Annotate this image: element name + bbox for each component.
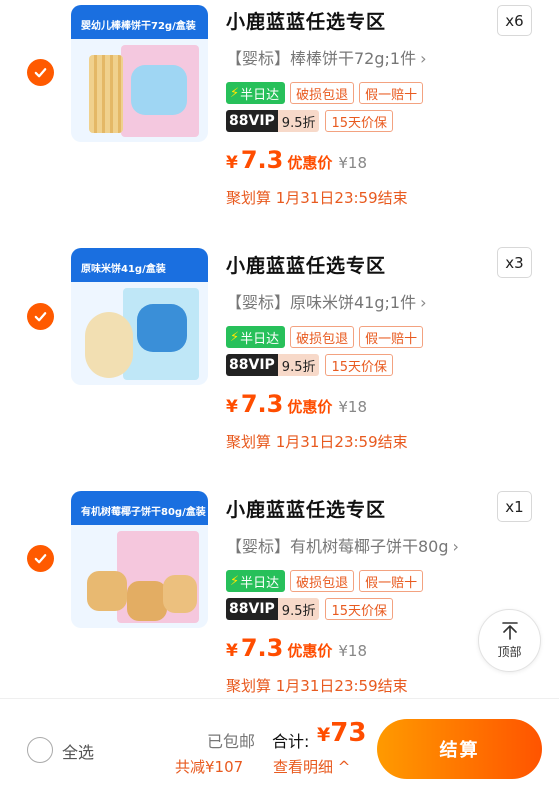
price-row: ¥7.3 优惠价 ¥18 — [226, 146, 368, 174]
cart-item: 婴幼儿棒棒饼干72g/盒装 小鹿蓝蓝任选专区 x6 【婴标】棒棒饼干72g;1件… — [0, 0, 559, 244]
store-name[interactable]: 小鹿蓝蓝任选专区 — [226, 7, 386, 34]
check-icon — [34, 554, 47, 564]
chevron-right-icon: › — [452, 537, 459, 556]
discount-price: 7.3 — [240, 146, 284, 174]
arrow-up-icon — [501, 622, 518, 640]
vip-row: 88VIP 9.5折 15天价保 — [226, 110, 394, 132]
price-row: ¥7.3 优惠价 ¥18 — [226, 390, 368, 418]
promo-text: 聚划算 1月31日23:59结束 — [226, 433, 408, 451]
sku-text: 【婴标】原味米饼41g;1件 — [226, 293, 417, 312]
product-banner: 婴幼儿棒棒饼干72g/盒装 — [71, 5, 208, 39]
price-guarantee-tag: 15天价保 — [325, 354, 394, 376]
quantity-badge[interactable]: x3 — [497, 247, 532, 278]
lightning-icon: ⚡ — [230, 329, 240, 345]
select-all-radio[interactable] — [27, 737, 53, 763]
quantity-badge[interactable]: x6 — [497, 5, 532, 36]
product-banner: 有机树莓椰子饼干80g/盒装 — [71, 491, 208, 525]
back-to-top-label: 顶部 — [497, 645, 522, 659]
view-details-link[interactable]: 查看明细 ^ — [273, 756, 350, 777]
check-icon — [34, 312, 47, 322]
select-all-label[interactable]: 全选 — [62, 739, 94, 763]
promo-text: 聚划算 1月31日23:59结束 — [226, 677, 408, 695]
damage-return-tag: 破损包退 — [290, 570, 355, 592]
item-checkbox[interactable] — [27, 545, 54, 572]
check-icon — [34, 68, 47, 78]
product-banner: 原味米饼41g/盒装 — [71, 248, 208, 282]
store-name[interactable]: 小鹿蓝蓝任选专区 — [226, 495, 386, 522]
total-label: 合计: — [272, 732, 310, 751]
product-image[interactable]: 有机树莓椰子饼干80g/盒装 — [71, 491, 208, 628]
fast-delivery-tag: ⚡ 半日达 — [226, 570, 286, 592]
service-tags: ⚡ 半日达 破损包退 假一赔十 — [226, 570, 424, 592]
vip-badge: 88VIP 9.5折 — [226, 354, 320, 376]
chevron-right-icon: › — [420, 49, 427, 68]
cart-item: 有机树莓椰子饼干80g/盒装 小鹿蓝蓝任选专区 x1 【婴标】有机树莓椰子饼干8… — [0, 488, 559, 732]
vip-row: 88VIP 9.5折 15天价保 — [226, 354, 394, 376]
lightning-icon: ⚡ — [230, 85, 240, 101]
store-name[interactable]: 小鹿蓝蓝任选专区 — [226, 251, 386, 278]
checkout-button[interactable]: 结算 — [377, 719, 542, 779]
chevron-up-icon: ^ — [333, 758, 351, 776]
vip-badge: 88VIP 9.5折 — [226, 110, 320, 132]
lightning-icon: ⚡ — [230, 573, 240, 589]
total-value: ¥73 — [317, 718, 367, 748]
fast-delivery-tag: ⚡ 半日达 — [226, 82, 286, 104]
fake-compensation-tag: 假一赔十 — [359, 82, 424, 104]
back-to-top-button[interactable]: 顶部 — [478, 609, 541, 672]
sku-selector[interactable]: 【婴标】有机树莓椰子饼干80g › — [226, 533, 459, 557]
sku-selector[interactable]: 【婴标】棒棒饼干72g;1件 › — [226, 45, 427, 69]
sku-selector[interactable]: 【婴标】原味米饼41g;1件 › — [226, 289, 427, 313]
fake-compensation-tag: 假一赔十 — [359, 570, 424, 592]
chevron-right-icon: › — [420, 293, 427, 312]
product-image[interactable]: 婴幼儿棒棒饼干72g/盒装 — [71, 5, 208, 142]
original-price: ¥18 — [338, 642, 368, 660]
price-guarantee-tag: 15天价保 — [325, 598, 394, 620]
damage-return-tag: 破损包退 — [290, 82, 355, 104]
service-tags: ⚡ 半日达 破损包退 假一赔十 — [226, 326, 424, 348]
cart-item: 原味米饼41g/盒装 小鹿蓝蓝任选专区 x3 【婴标】原味米饼41g;1件 › ⚡… — [0, 244, 559, 488]
vip-badge: 88VIP 9.5折 — [226, 598, 320, 620]
checkout-bar: 全选 已包邮 合计: ¥73 共减¥107 查看明细 ^ 结算 — [0, 698, 559, 800]
fake-compensation-tag: 假一赔十 — [359, 326, 424, 348]
item-checkbox[interactable] — [27, 303, 54, 330]
damage-return-tag: 破损包退 — [290, 326, 355, 348]
item-checkbox[interactable] — [27, 59, 54, 86]
original-price: ¥18 — [338, 398, 368, 416]
quantity-badge[interactable]: x1 — [497, 491, 532, 522]
original-price: ¥18 — [338, 154, 368, 172]
saved-amount: 共减¥107 — [175, 758, 244, 776]
discount-price: 7.3 — [240, 634, 284, 662]
discount-price: 7.3 — [240, 390, 284, 418]
fast-delivery-tag: ⚡ 半日达 — [226, 326, 286, 348]
product-image[interactable]: 原味米饼41g/盒装 — [71, 248, 208, 385]
sku-text: 【婴标】棒棒饼干72g;1件 — [226, 49, 417, 68]
vip-row: 88VIP 9.5折 15天价保 — [226, 598, 394, 620]
promo-text: 聚划算 1月31日23:59结束 — [226, 189, 408, 207]
price-row: ¥7.3 优惠价 ¥18 — [226, 634, 368, 662]
price-guarantee-tag: 15天价保 — [325, 110, 394, 132]
free-shipping-text: 已包邮 — [207, 732, 256, 751]
sku-text: 【婴标】有机树莓椰子饼干80g — [226, 537, 449, 556]
service-tags: ⚡ 半日达 破损包退 假一赔十 — [226, 82, 424, 104]
